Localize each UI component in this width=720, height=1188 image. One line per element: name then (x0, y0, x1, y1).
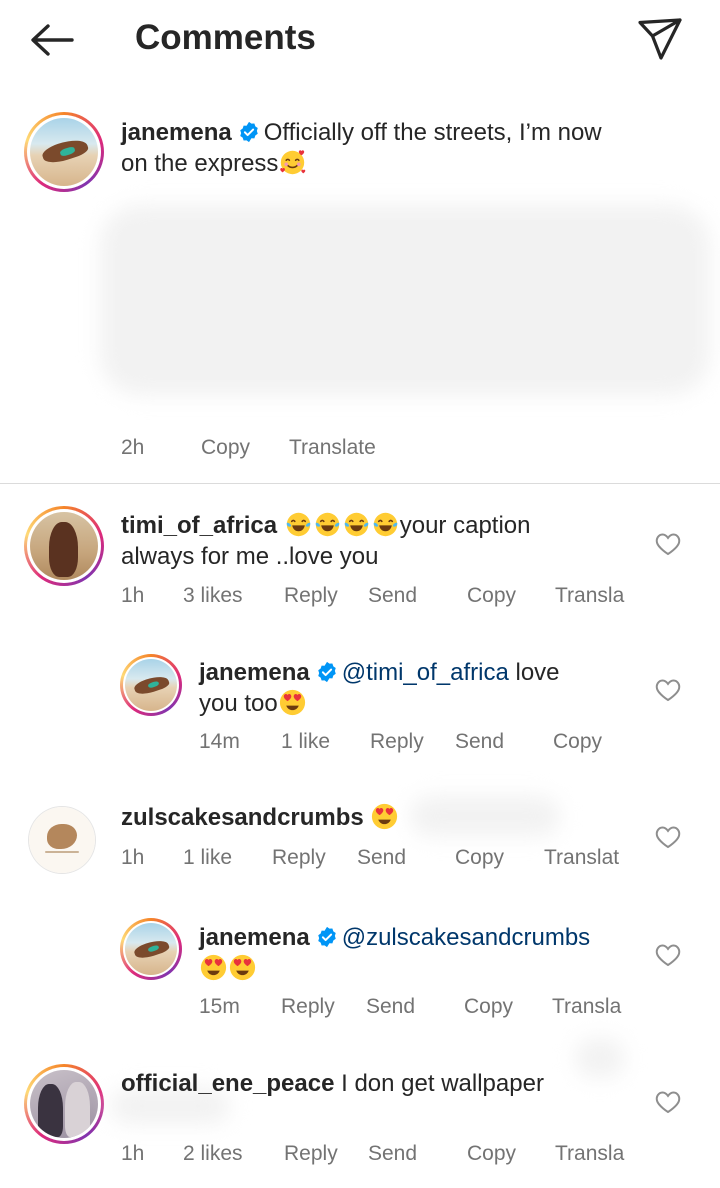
heart-icon[interactable] (655, 1090, 681, 1114)
avatar[interactable] (24, 506, 104, 586)
mention-link[interactable]: @timi_of_africa (342, 659, 509, 686)
comment-text: janemena @timi_of_africa love you too (199, 657, 649, 719)
comment-username[interactable]: janemena (199, 659, 310, 686)
comment-time: 1h (121, 584, 145, 607)
comment-actions: 1h 2 likes Reply Send Copy Transla (121, 1142, 661, 1168)
tears-of-joy-emoji-icon (314, 511, 341, 538)
translate-button[interactable]: Transla (552, 995, 621, 1019)
comment-time: 1h (121, 1142, 145, 1165)
comment-line1: I don get wallpaper (341, 1070, 544, 1097)
reply-button[interactable]: Reply (272, 846, 326, 870)
comment-line1: love (508, 659, 560, 686)
heart-eyes-emoji-icon (229, 954, 256, 981)
tears-of-joy-emoji-icon (372, 511, 399, 538)
avatar[interactable] (24, 112, 104, 192)
caption-actions: 2h Copy Translate (121, 436, 521, 462)
avatar[interactable] (120, 918, 182, 980)
profile-photo (30, 118, 98, 186)
back-button[interactable] (28, 20, 76, 60)
profile-photo (29, 807, 95, 873)
copy-button[interactable]: Copy (467, 584, 516, 608)
comment-actions: 14m 1 like Reply Send Copy (199, 730, 659, 756)
comment-actions: 15m Reply Send Copy Transla (199, 995, 659, 1021)
page-title: Comments (135, 18, 316, 57)
top-bar: Comments (0, 0, 720, 80)
translate-button[interactable]: Transla (555, 1142, 624, 1166)
send-button[interactable]: Send (368, 584, 417, 608)
comment-username[interactable]: janemena (199, 924, 310, 951)
share-button[interactable] (636, 16, 684, 62)
caption-line2: on the express (121, 150, 279, 177)
copy-button[interactable]: Copy (201, 436, 250, 460)
verified-badge-icon (316, 926, 338, 948)
avatar[interactable] (24, 1064, 104, 1144)
profile-photo (30, 512, 98, 580)
copy-button[interactable]: Copy (553, 730, 602, 754)
comment-text: zulscakesandcrumbs (121, 802, 621, 833)
arrow-left-icon (31, 24, 74, 56)
heart-icon[interactable] (655, 943, 681, 967)
reply-button[interactable]: Reply (281, 995, 335, 1019)
translate-button[interactable]: Transla (555, 584, 624, 608)
profile-photo (125, 659, 177, 711)
profile-photo (125, 923, 177, 975)
verified-badge-icon (238, 121, 260, 143)
redacted-area (100, 205, 710, 395)
translate-button[interactable]: Translat (544, 846, 619, 870)
verified-badge-icon (316, 661, 338, 683)
comment-text: official_ene_peace I don get wallpaper (121, 1068, 641, 1099)
heart-eyes-emoji-icon (371, 803, 398, 830)
heart-icon[interactable] (655, 532, 681, 556)
reply-button[interactable]: Reply (370, 730, 424, 754)
caption-text: janemena Officially off the streets, I’m … (121, 117, 681, 179)
likes-count[interactable]: 2 likes (183, 1142, 243, 1166)
reply-button[interactable]: Reply (284, 1142, 338, 1166)
likes-count[interactable]: 3 likes (183, 584, 243, 608)
comment-time: 14m (199, 730, 240, 753)
avatar[interactable] (120, 654, 182, 716)
profile-photo (30, 1070, 98, 1138)
comment-line2: always for me ..love you (121, 543, 379, 570)
copy-button[interactable]: Copy (455, 846, 504, 870)
comment-line2: you too (199, 690, 278, 717)
mention-link[interactable]: @zulscakesandcrumbs (342, 924, 590, 951)
comment-text: janemena @zulscakesandcrumbs (199, 922, 649, 984)
translate-button[interactable]: Translate (289, 436, 376, 460)
copy-button[interactable]: Copy (464, 995, 513, 1019)
reply-button[interactable]: Reply (284, 584, 338, 608)
likes-count[interactable]: 1 like (281, 730, 330, 754)
comment-username[interactable]: timi_of_africa (121, 512, 277, 539)
copy-button[interactable]: Copy (467, 1142, 516, 1166)
comment-time: 1h (121, 846, 145, 869)
comment-actions: 1h 1 like Reply Send Copy Translat (121, 846, 661, 872)
comment-time: 15m (199, 995, 240, 1018)
send-button[interactable]: Send (366, 995, 415, 1019)
caption-time: 2h (121, 436, 145, 459)
comment-line1: your caption (399, 512, 531, 539)
send-button[interactable]: Send (455, 730, 504, 754)
send-button[interactable]: Send (368, 1142, 417, 1166)
caption-line1: Officially off the streets, I’m now (263, 119, 602, 146)
heart-eyes-emoji-icon (200, 954, 227, 981)
tears-of-joy-emoji-icon (285, 511, 312, 538)
paper-plane-icon (638, 18, 682, 60)
comment-actions: 1h 3 likes Reply Send Copy Transla (121, 584, 661, 610)
comment-username[interactable]: official_ene_peace (121, 1070, 334, 1097)
heart-icon[interactable] (655, 678, 681, 702)
smiling-face-with-hearts-emoji-icon (279, 149, 306, 176)
tears-of-joy-emoji-icon (343, 511, 370, 538)
comment-username[interactable]: zulscakesandcrumbs (121, 804, 364, 831)
likes-count[interactable]: 1 like (183, 846, 232, 870)
caption-username[interactable]: janemena (121, 119, 232, 146)
heart-eyes-emoji-icon (279, 689, 306, 716)
send-button[interactable]: Send (357, 846, 406, 870)
divider (0, 483, 720, 484)
comment-text: timi_of_africa your caption always for m… (121, 510, 651, 572)
avatar[interactable] (28, 806, 96, 874)
